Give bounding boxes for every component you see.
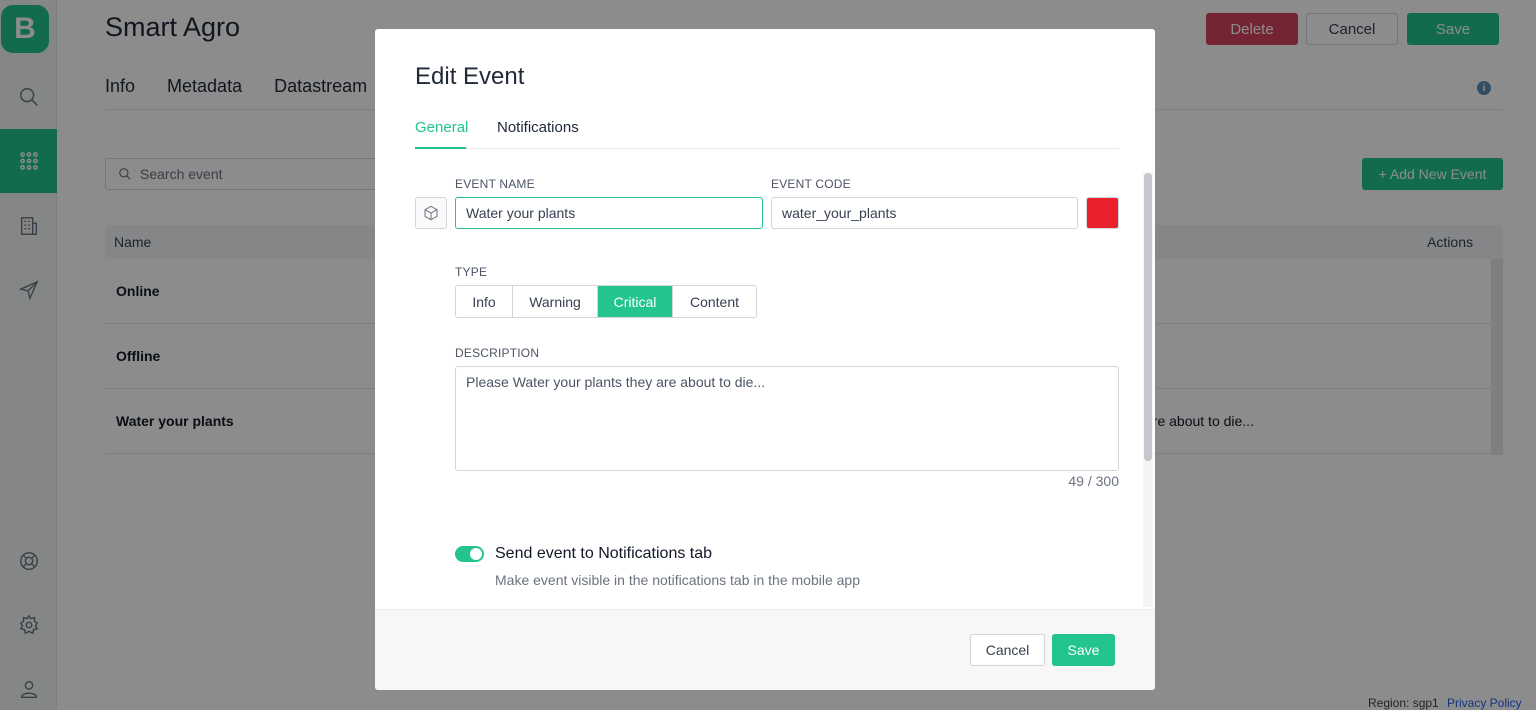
tab-notifications[interactable]: Notifications: [497, 119, 579, 149]
event-name-label: EVENT NAME: [455, 177, 535, 191]
cube-icon: [424, 205, 438, 221]
char-counter: 49 / 300: [1068, 473, 1119, 489]
modal-scrollbar-thumb[interactable]: [1144, 173, 1152, 461]
event-icon-picker[interactable]: [415, 197, 447, 229]
event-name-value: Water your plants: [466, 205, 576, 221]
event-type-selector: Info Warning Critical Content: [455, 285, 757, 318]
notifications-toggle[interactable]: [455, 546, 484, 562]
description-textarea[interactable]: Please Water your plants they are about …: [455, 366, 1119, 471]
notifications-toggle-label: Send event to Notifications tab: [495, 545, 713, 562]
modal-footer: Cancel Save: [375, 609, 1155, 690]
event-code-value: water_your_plants: [782, 205, 897, 221]
description-value: Please Water your plants they are about …: [466, 374, 766, 390]
modal-cancel-button[interactable]: Cancel: [970, 634, 1045, 666]
type-option-critical[interactable]: Critical: [598, 286, 673, 317]
event-color-picker[interactable]: [1086, 197, 1119, 229]
modal-save-button[interactable]: Save: [1052, 634, 1115, 666]
notifications-toggle-description: Make event visible in the notifications …: [495, 572, 860, 588]
modal-title: Edit Event: [415, 63, 525, 90]
event-code-label: EVENT CODE: [771, 177, 851, 191]
type-option-content[interactable]: Content: [673, 286, 756, 317]
modal-tabs: General Notifications: [415, 119, 1119, 149]
type-option-info[interactable]: Info: [456, 286, 513, 317]
type-option-warning[interactable]: Warning: [513, 286, 598, 317]
event-name-input[interactable]: Water your plants: [455, 197, 763, 229]
event-code-input[interactable]: water_your_plants: [771, 197, 1078, 229]
description-label: DESCRIPTION: [455, 346, 540, 360]
edit-event-modal: Edit Event General Notifications EVENT N…: [375, 29, 1155, 690]
type-label: TYPE: [455, 265, 488, 279]
tab-general[interactable]: General: [415, 119, 468, 149]
